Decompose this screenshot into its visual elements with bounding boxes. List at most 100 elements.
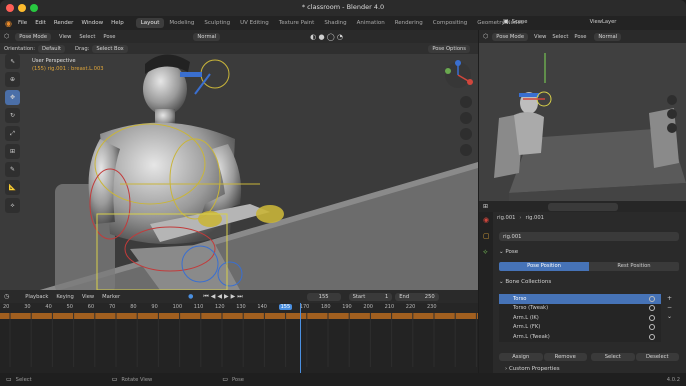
- visibility-eye-icon[interactable]: [649, 324, 655, 330]
- remove-collection-icon[interactable]: −: [667, 303, 672, 312]
- properties-editor-icon[interactable]: ⊞: [483, 203, 488, 210]
- visibility-eye-icon[interactable]: [649, 333, 655, 340]
- object-tab-icon[interactable]: ▢: [483, 232, 493, 240]
- timeline-editor-icon[interactable]: ◷: [4, 293, 9, 300]
- right-select-menu[interactable]: Select: [552, 34, 568, 40]
- main-viewport[interactable]: User Perspective (155) rig.001 : breast.…: [0, 54, 478, 290]
- workspace-tab-rendering[interactable]: Rendering: [390, 18, 428, 28]
- start-value: 1: [384, 293, 389, 300]
- rest-position-button[interactable]: Rest Position: [589, 262, 679, 271]
- workspace-tab-compositing[interactable]: Compositing: [428, 18, 472, 28]
- remove-button[interactable]: Remove: [543, 352, 587, 361]
- right-editor-type-icon[interactable]: ⬡: [483, 33, 488, 40]
- record-icon[interactable]: ●: [188, 293, 193, 300]
- scale-tool-icon[interactable]: ⤢: [5, 126, 20, 141]
- visibility-eye-icon[interactable]: [649, 314, 655, 321]
- playhead[interactable]: [300, 303, 301, 373]
- marker-menu[interactable]: Marker: [102, 294, 120, 300]
- bone-collection-item[interactable]: Torso (Tweak): [499, 304, 661, 314]
- deselect-button[interactable]: Deselect: [635, 352, 679, 361]
- pose-position-button[interactable]: Pose Position: [499, 262, 589, 271]
- cursor-tool-icon[interactable]: ⊕: [5, 72, 20, 87]
- transform-orientation[interactable]: Normal: [193, 32, 221, 41]
- assign-button[interactable]: Assign: [499, 352, 543, 361]
- drag-selector[interactable]: Select Box: [92, 44, 128, 53]
- shading-icons[interactable]: ◐ ● ◯ ◔: [310, 33, 343, 41]
- add-collection-icon[interactable]: +: [667, 294, 672, 303]
- bone-collections-header[interactable]: ⌄ Bone Collections: [499, 279, 551, 285]
- select-menu[interactable]: Select: [79, 34, 95, 40]
- armature-name-field[interactable]: rig.001: [499, 232, 679, 241]
- bone-collection-item[interactable]: Arm.L (IK): [499, 313, 661, 323]
- right-transform-orientation[interactable]: Normal: [594, 32, 622, 41]
- view-menu[interactable]: View: [59, 34, 71, 40]
- zoom-icon[interactable]: [460, 96, 472, 108]
- collection-menu-icon[interactable]: ⌄: [667, 312, 672, 321]
- orientation-selector[interactable]: Default: [38, 44, 66, 53]
- move-tool-icon[interactable]: ✥: [5, 90, 20, 105]
- right-pose-menu[interactable]: Pose: [574, 34, 586, 40]
- workspace-tab-layout[interactable]: Layout: [135, 18, 165, 28]
- bone-collections-label: Bone Collections: [505, 279, 552, 285]
- render-tab-icon[interactable]: ◉: [483, 216, 493, 224]
- frame-tick-label: 30: [24, 304, 31, 310]
- pose-options-button[interactable]: Pose Options: [428, 44, 470, 53]
- editor-type-icon[interactable]: ⬡: [4, 33, 9, 40]
- menu-help[interactable]: Help: [111, 20, 124, 26]
- current-frame-field[interactable]: 155: [306, 292, 341, 301]
- viewport-nav-controls: [460, 96, 472, 160]
- axis-gizmo[interactable]: [443, 60, 473, 90]
- workspace-tab-uv-editing[interactable]: UV Editing: [235, 18, 274, 28]
- blender-logo-icon[interactable]: ◉: [5, 19, 12, 28]
- timeline-view-menu[interactable]: View: [82, 294, 94, 300]
- menu-render[interactable]: Render: [54, 20, 74, 26]
- bone-collection-item[interactable]: Arm.L (FK): [499, 323, 661, 333]
- tweak-tool-icon[interactable]: ⇖: [5, 54, 20, 69]
- camera-viewport[interactable]: [479, 43, 686, 201]
- visibility-eye-icon[interactable]: [649, 305, 655, 311]
- scene-selector[interactable]: Scene: [512, 19, 572, 25]
- right-mode-selector[interactable]: Pose Mode: [492, 32, 529, 41]
- properties-search[interactable]: [548, 202, 619, 211]
- main-menu: File Edit Render Window Help: [18, 20, 132, 26]
- playback-controls-icon[interactable]: ⏮◀◀▶▶⏭: [203, 293, 244, 301]
- pan-icon[interactable]: [460, 112, 472, 124]
- frame-ruler[interactable]: 20 30 40 50 60 70 80 90 100 110 120 130 140 155 170 180…: [0, 303, 478, 313]
- right-zoom-icon[interactable]: [667, 95, 677, 105]
- select-button[interactable]: Select: [591, 352, 635, 361]
- right-camera-icon[interactable]: [667, 123, 677, 133]
- camera-icon[interactable]: [460, 128, 472, 140]
- perspective-toggle-icon[interactable]: [460, 144, 472, 156]
- bone-gizmo: [180, 72, 202, 77]
- armature-tab-icon[interactable]: ⟡: [483, 248, 493, 257]
- measure-tool-icon[interactable]: 📐: [5, 180, 20, 195]
- right-view-menu[interactable]: View: [534, 34, 546, 40]
- workspace-tab-texture-paint[interactable]: Texture Paint: [274, 18, 320, 28]
- pose-section-header[interactable]: ⌄ Pose: [499, 249, 518, 255]
- menu-window[interactable]: Window: [81, 20, 103, 26]
- pose-menu[interactable]: Pose: [103, 34, 115, 40]
- keyframe-track[interactable]: [0, 313, 478, 367]
- bone-collection-item[interactable]: Arm.L (Tweak): [499, 332, 661, 342]
- workspace-tab-animation[interactable]: Animation: [352, 18, 390, 28]
- workspace-tab-sculpting[interactable]: Sculpting: [199, 18, 235, 28]
- transform-tool-icon[interactable]: ⊞: [5, 144, 20, 159]
- end-frame-field: End 250: [395, 292, 439, 301]
- workspace-tab-modeling[interactable]: Modeling: [164, 18, 199, 28]
- bone-collection-item[interactable]: Torso: [499, 294, 661, 304]
- menu-file[interactable]: File: [18, 20, 27, 26]
- custom-properties-header[interactable]: › Custom Properties: [505, 366, 560, 372]
- annotate-tool-icon[interactable]: ✎: [5, 162, 20, 177]
- menu-edit[interactable]: Edit: [35, 20, 46, 26]
- workspace-tab-shading[interactable]: Shading: [319, 18, 351, 28]
- playback-menu[interactable]: Playback: [25, 294, 48, 300]
- mode-selector[interactable]: Pose Mode: [15, 32, 52, 41]
- right-nav-controls: [667, 95, 677, 137]
- view-layer-selector[interactable]: ViewLayer: [590, 19, 617, 25]
- pose-tool-icon[interactable]: ⟡: [5, 198, 20, 213]
- visibility-eye-icon[interactable]: [649, 295, 655, 302]
- keying-menu[interactable]: Keying: [56, 294, 73, 300]
- rotate-tool-icon[interactable]: ↻: [5, 108, 20, 123]
- right-pan-icon[interactable]: [667, 109, 677, 119]
- window-title: * classroom - Blender 4.0: [301, 3, 385, 11]
